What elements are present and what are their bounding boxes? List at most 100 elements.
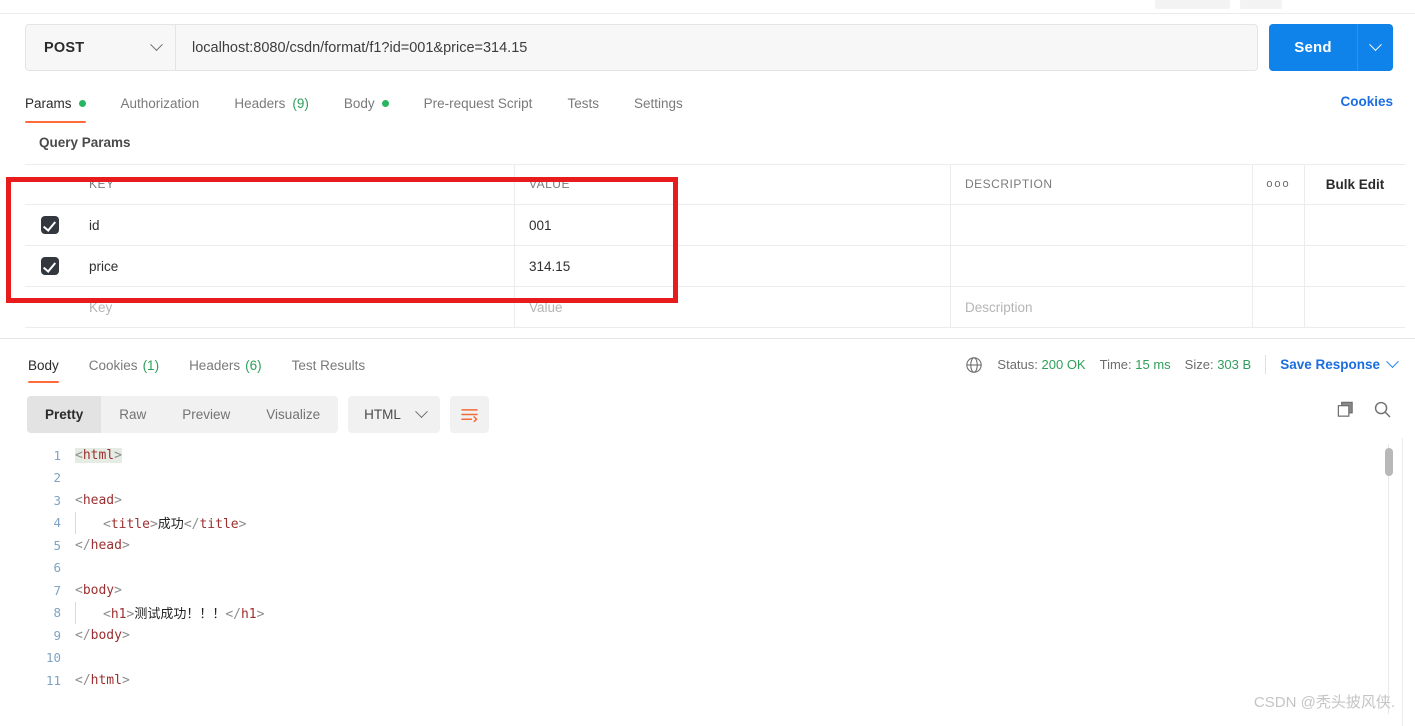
code-text: <body> <box>75 582 122 598</box>
response-body-toolbar: Pretty Raw Preview Visualize HTML <box>27 396 489 433</box>
code-text: <title>成功</title> <box>103 517 247 533</box>
tab-body-label: Body <box>343 95 375 111</box>
format-tab-raw[interactable]: Raw <box>101 396 164 433</box>
request-url-input[interactable]: localhost:8080/csdn/format/f1?id=001&pri… <box>176 25 1257 70</box>
response-tab-cookies-count: (1) <box>142 358 160 373</box>
chevron-down-icon <box>1386 355 1399 369</box>
code-line: 8 <h1>测试成功！！！</h1> <box>27 601 1385 624</box>
scrollbar-track <box>1388 444 1389 714</box>
response-tab-cookies[interactable]: Cookies (1) <box>89 351 159 380</box>
scrollbar-thumb[interactable] <box>1385 448 1393 476</box>
row-options[interactable] <box>1253 205 1305 245</box>
watermark: CSDN @秃头披风侠. <box>1253 694 1395 711</box>
param-key[interactable]: id <box>89 218 100 233</box>
line-number: 2 <box>53 470 61 486</box>
code-line: 3 <head> <box>27 489 1385 512</box>
tab-pre-request-script[interactable]: Pre-request Script <box>424 86 533 120</box>
globe-icon <box>965 356 983 374</box>
chevron-down-icon <box>150 38 163 52</box>
tab-settings-label: Settings <box>633 95 683 111</box>
status-item: Status: 200 OK <box>997 357 1085 372</box>
chevron-down-icon <box>414 405 428 419</box>
query-params-table: KEY VALUE DESCRIPTION ooo Bulk Edit id 0… <box>25 164 1405 328</box>
code-line: 4 <title>成功</title> <box>27 511 1385 534</box>
code-vertical-scrollbar[interactable] <box>1385 444 1393 714</box>
response-tab-headers-count: (6) <box>245 358 262 373</box>
code-text: </body> <box>75 627 130 643</box>
row-options[interactable] <box>1253 246 1305 286</box>
response-body-code-viewer[interactable]: 1 <html> 2 3 <head> 4 <title>成功</title> 5 </head… <box>27 444 1385 714</box>
row-checkbox[interactable] <box>41 216 59 234</box>
response-body-actions <box>1336 400 1392 419</box>
tab-pre-request-script-label: Pre-request Script <box>423 95 533 111</box>
save-response-label: Save Response <box>1280 357 1380 372</box>
table-row: price 314.15 <box>25 246 1405 287</box>
new-param-value-input[interactable]: Value <box>529 300 563 315</box>
send-options-button[interactable] <box>1357 24 1393 71</box>
response-status-bar: Status: 200 OK Time: 15 ms Size: 303 B S… <box>965 355 1399 374</box>
send-button[interactable]: Send <box>1269 24 1357 71</box>
cookies-link[interactable]: Cookies <box>1340 94 1393 109</box>
response-format-tabs: Pretty Raw Preview Visualize <box>27 396 339 433</box>
meta-divider <box>1265 355 1267 374</box>
http-method-select[interactable]: POST <box>26 25 176 70</box>
param-value[interactable]: 314.15 <box>529 259 570 274</box>
response-tab-cookies-label: Cookies <box>88 358 138 373</box>
column-header-description: DESCRIPTION <box>965 177 1053 191</box>
send-button-group: Send <box>1269 24 1393 71</box>
response-tab-headers[interactable]: Headers (6) <box>189 351 262 380</box>
response-language-label: HTML <box>364 407 401 422</box>
bulk-edit-button[interactable]: Bulk Edit <box>1305 164 1405 204</box>
copy-icon[interactable] <box>1336 400 1355 419</box>
tab-headers-label: Headers <box>234 95 286 111</box>
tab-body[interactable]: Body <box>344 86 389 120</box>
indent-guide <box>75 601 103 624</box>
tab-tests[interactable]: Tests <box>567 86 599 120</box>
code-text: <html> <box>75 447 122 463</box>
tab-headers[interactable]: Headers (9) <box>234 86 309 120</box>
response-tab-test-results[interactable]: Test Results <box>292 351 366 380</box>
param-key[interactable]: price <box>89 259 118 274</box>
line-number: 11 <box>45 672 61 688</box>
http-method-label: POST <box>44 39 85 56</box>
right-panel-rule <box>1402 438 1403 726</box>
empty-row-options <box>1253 287 1305 327</box>
new-param-description-input[interactable]: Description <box>965 300 1033 315</box>
new-param-key-input[interactable]: Key <box>89 300 112 315</box>
ghost-tab-right <box>1240 0 1282 9</box>
param-value[interactable]: 001 <box>529 218 552 233</box>
format-tab-preview[interactable]: Preview <box>164 396 248 433</box>
tab-params[interactable]: Params <box>25 86 86 123</box>
active-tab-underline <box>25 120 86 123</box>
request-tabs: Params Authorization Headers (9) Body Pr… <box>25 86 1390 123</box>
row-checkbox[interactable] <box>41 257 59 275</box>
response-tab-body[interactable]: Body <box>28 351 59 383</box>
line-number: 5 <box>53 537 61 553</box>
save-response-button[interactable]: Save Response <box>1280 355 1399 372</box>
search-icon[interactable] <box>1373 400 1392 419</box>
status-label: Status: <box>997 357 1038 372</box>
response-tab-body-label: Body <box>28 358 59 373</box>
code-line: 1 <html> <box>27 444 1385 467</box>
active-tab-underline <box>28 380 59 383</box>
format-tab-pretty[interactable]: Pretty <box>27 396 102 433</box>
tab-settings[interactable]: Settings <box>634 86 683 120</box>
time-label: Time: <box>1099 357 1132 372</box>
response-language-select[interactable]: HTML <box>348 396 440 433</box>
unsaved-dot-icon <box>381 99 389 107</box>
response-section-divider <box>0 338 1415 339</box>
format-tab-visualize[interactable]: Visualize <box>248 396 338 433</box>
code-text: </html> <box>75 672 130 688</box>
tab-headers-count: (9) <box>292 95 309 111</box>
word-wrap-icon[interactable] <box>449 396 489 433</box>
row-spacer <box>1305 246 1405 286</box>
empty-row-spacer <box>1305 287 1405 327</box>
tab-authorization[interactable]: Authorization <box>121 86 200 120</box>
table-options-button[interactable]: ooo <box>1253 164 1305 204</box>
code-line: 2 <box>27 467 1385 490</box>
table-row: id 001 <box>25 205 1405 246</box>
code-line: 7 <body> <box>27 579 1385 602</box>
table-header-row: KEY VALUE DESCRIPTION ooo Bulk Edit <box>25 164 1405 205</box>
ghost-tab-left <box>1155 0 1230 9</box>
line-number: 4 <box>53 515 61 531</box>
